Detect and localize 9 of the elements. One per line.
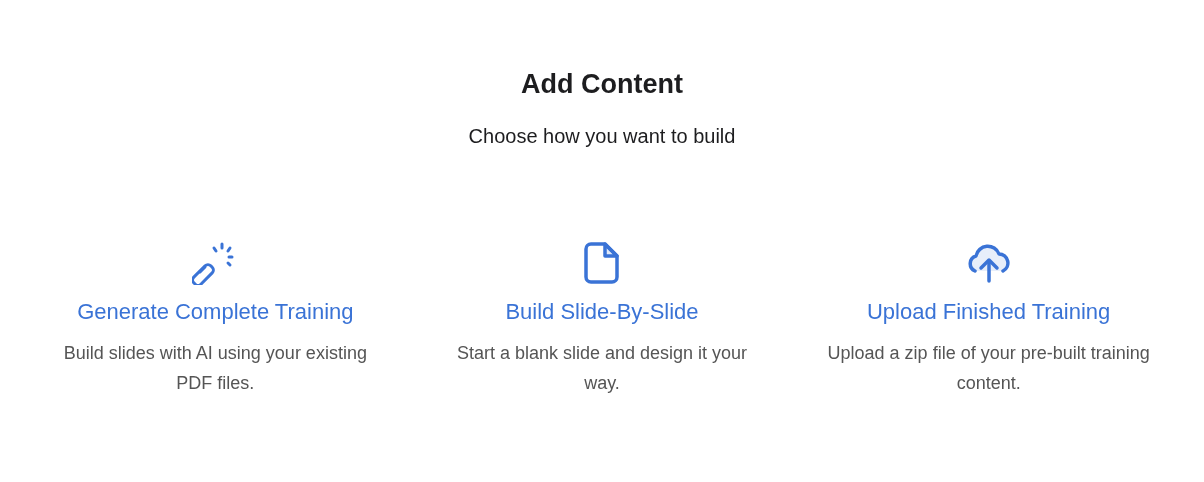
file-icon [583, 240, 621, 285]
option-description: Build slides with AI using your existing PDF files. [62, 341, 368, 395]
page-title: Add Content [520, 68, 684, 101]
option-title-link[interactable]: Generate Complete Training [77, 294, 354, 328]
option-description: Upload a zip file of your pre-built training content. [826, 341, 1151, 395]
option-title-link[interactable]: Upload Finished Training [866, 294, 1111, 328]
page-subtitle: Choose how you want to build [467, 123, 737, 149]
option-description: Start a blank slide and design it your way. [455, 341, 749, 395]
option-title-link[interactable]: Build Slide-By-Slide [505, 294, 699, 328]
